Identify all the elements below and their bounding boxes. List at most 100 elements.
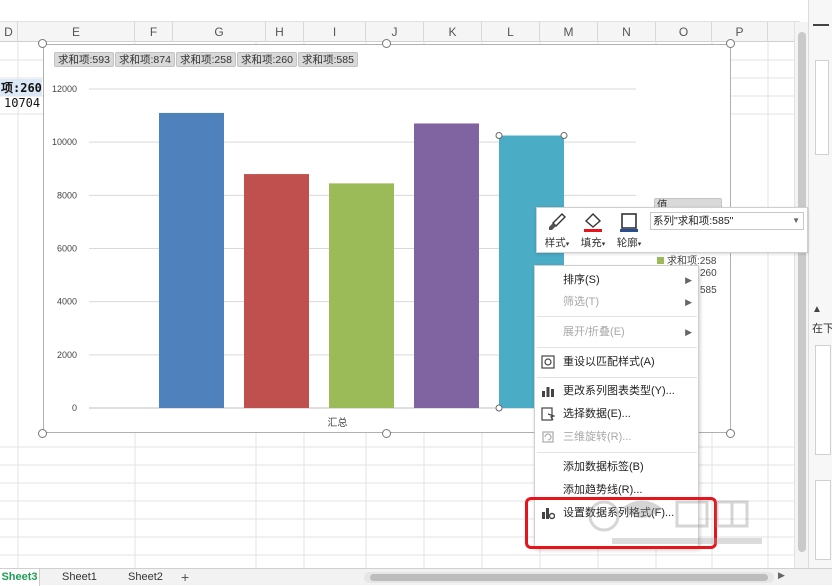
select-data-icon — [541, 407, 555, 421]
sheet-tab-sheet3[interactable]: Sheet3 — [0, 569, 40, 586]
x-category-label: 汇总 — [328, 416, 348, 429]
column-header-i[interactable]: I — [304, 22, 366, 42]
y-tick-label: 4000 — [57, 297, 77, 307]
column-header-g[interactable]: G — [173, 22, 266, 42]
chart-resize-handle-bottom-left[interactable] — [38, 429, 47, 438]
pane-field-list[interactable] — [815, 60, 829, 155]
menu-item-expand-collapse[interactable]: 展开/折叠(E) ▶ — [535, 321, 700, 343]
bar-series-4[interactable] — [414, 123, 479, 409]
selected-bar-handle[interactable] — [495, 132, 503, 140]
vertical-scrollbar[interactable] — [794, 22, 808, 568]
outline-square-icon — [620, 213, 638, 232]
outline-tool[interactable]: 轮廓▾ — [611, 210, 647, 252]
column-header-j[interactable]: J — [366, 22, 424, 42]
formula-bar[interactable] — [0, 0, 800, 22]
pivot-label-cell[interactable]: 项:260 — [0, 79, 42, 96]
column-header-f[interactable]: F — [135, 22, 173, 42]
menu-item-reset-style[interactable]: 重设以匹配样式(A) — [535, 351, 700, 373]
menu-separator — [537, 377, 697, 378]
pane-label: 在下 — [812, 323, 832, 335]
menu-item-filter-label: 筛选(T) — [563, 296, 600, 308]
menu-item-add-trendline-label: 添加趋势线(R)... — [563, 484, 643, 496]
series-select-value: 系列"求和项:585" — [653, 215, 734, 227]
menu-item-3d-rotate[interactable]: 三维旋转(R)... — [535, 426, 700, 448]
column-header: D E F G H I J K L M N O P — [0, 22, 800, 42]
chart-resize-handle-top-left[interactable] — [38, 39, 47, 48]
menu-item-select-data-label: 选择数据(E)... — [563, 408, 631, 420]
menu-item-filter[interactable]: 筛选(T) ▶ — [535, 291, 700, 313]
brush-icon — [549, 213, 566, 230]
y-tick-label: 0 — [72, 403, 77, 413]
column-header-h[interactable]: H — [256, 22, 304, 42]
vertical-scroll-thumb[interactable] — [798, 32, 806, 552]
sheet-tab-bar: Sheet3 Sheet1 Sheet2 + ▶ — [0, 568, 832, 586]
fill-label: 填充 — [580, 237, 602, 249]
rotate-3d-icon — [542, 431, 554, 443]
pane-section-toggle-icon[interactable]: ▲ — [812, 304, 822, 315]
paint-bucket-icon — [584, 213, 602, 232]
y-tick-label: 8000 — [57, 190, 77, 200]
submenu-arrow-icon: ▶ — [685, 275, 692, 285]
legend-item-260[interactable]: 260 — [700, 268, 717, 279]
format-mini-toolbar: 样式▾ 填充▾ 轮廓▾ 系列"求和项:585" ▼ — [536, 207, 808, 253]
column-header-m[interactable]: M — [540, 22, 598, 42]
selected-bar-handle[interactable] — [560, 132, 568, 140]
chart-resize-handle-top-right[interactable] — [726, 39, 735, 48]
horizontal-scroll-thumb[interactable] — [370, 574, 768, 581]
pane-area-box-2[interactable] — [815, 480, 831, 560]
pivot-value-cell[interactable]: 10704 — [4, 96, 40, 110]
submenu-arrow-icon: ▶ — [685, 327, 692, 337]
y-tick-label: 12000 — [52, 84, 77, 94]
menu-item-change-chart-type[interactable]: 更改系列图表类型(Y)... — [535, 380, 700, 402]
column-header-o[interactable]: O — [656, 22, 712, 42]
column-header-e[interactable]: E — [18, 22, 135, 42]
bar-chart-icon — [542, 387, 554, 397]
legend-item-585[interactable]: 585 — [700, 285, 717, 296]
fill-tool[interactable]: 填充▾ — [575, 210, 611, 252]
chevron-down-icon: ▾ — [565, 241, 570, 248]
submenu-arrow-icon: ▶ — [685, 297, 692, 307]
series-select[interactable]: 系列"求和项:585" ▼ — [650, 212, 804, 230]
menu-separator — [537, 347, 697, 348]
chart-resize-handle-top[interactable] — [382, 39, 391, 48]
menu-item-expand-label: 展开/折叠(E) — [563, 326, 625, 338]
column-header-d[interactable]: D — [0, 22, 18, 42]
menu-item-add-labels-label: 添加数据标签(B) — [563, 461, 644, 473]
menu-item-reset-style-label: 重设以匹配样式(A) — [563, 356, 655, 368]
sheet-tab-sheet2[interactable]: Sheet2 — [128, 569, 163, 586]
chevron-down-icon: ▾ — [601, 241, 606, 248]
chevron-down-icon: ▼ — [792, 216, 800, 225]
y-tick-label: 6000 — [57, 244, 77, 254]
menu-separator — [537, 452, 697, 453]
style-label: 样式 — [544, 237, 566, 249]
right-task-pane[interactable]: ▲ 在下 — [808, 0, 832, 568]
bar-series-1[interactable] — [159, 112, 224, 409]
outline-label: 轮廓 — [616, 237, 638, 249]
selected-bar-handle[interactable] — [495, 404, 503, 412]
menu-item-select-data[interactable]: 选择数据(E)... — [535, 403, 700, 425]
y-tick-label: 2000 — [57, 350, 77, 360]
reset-style-icon — [541, 355, 555, 369]
chart-resize-handle-bottom-right[interactable] — [726, 429, 735, 438]
pane-section-header — [813, 24, 829, 34]
menu-item-change-type-label: 更改系列图表类型(Y)... — [563, 385, 675, 397]
column-header-n[interactable]: N — [598, 22, 656, 42]
chevron-down-icon: ▾ — [637, 241, 642, 248]
scroll-right-arrow-icon[interactable]: ▶ — [778, 570, 785, 581]
bar-series-2[interactable] — [244, 174, 309, 408]
menu-item-add-data-labels[interactable]: 添加数据标签(B) — [535, 456, 700, 478]
sheet-tab-sheet1[interactable]: Sheet1 — [62, 569, 97, 586]
pane-area-box[interactable] — [815, 345, 831, 455]
menu-item-3d-rotate-label: 三维旋转(R)... — [563, 431, 632, 443]
menu-item-sort[interactable]: 排序(S) ▶ — [535, 269, 700, 291]
horizontal-scrollbar[interactable] — [364, 572, 774, 583]
bar-series-3[interactable] — [329, 183, 394, 408]
y-tick-label: 10000 — [52, 137, 77, 147]
column-header-k[interactable]: K — [424, 22, 482, 42]
style-tool[interactable]: 样式▾ — [539, 210, 575, 252]
add-sheet-button[interactable]: + — [181, 569, 189, 586]
menu-separator — [537, 316, 697, 317]
column-header-l[interactable]: L — [482, 22, 540, 42]
column-header-p[interactable]: P — [712, 22, 768, 42]
chart-resize-handle-bottom[interactable] — [382, 429, 391, 438]
